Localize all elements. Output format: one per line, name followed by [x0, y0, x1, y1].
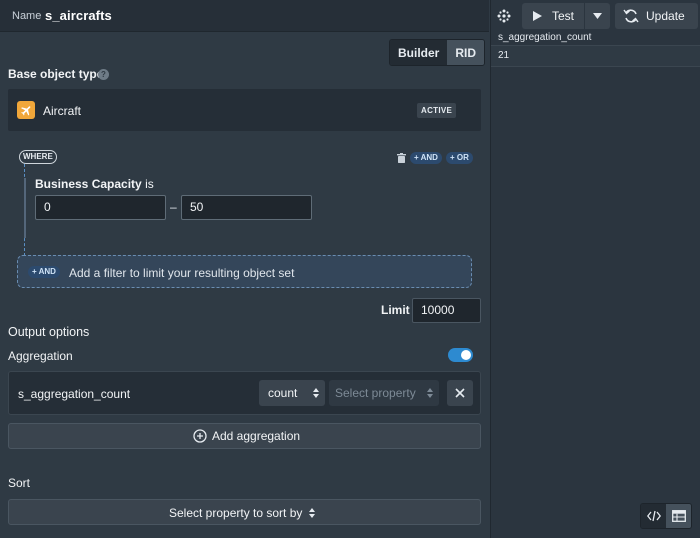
- remove-aggregation-button[interactable]: [447, 380, 473, 406]
- add-filter-chip: + AND: [28, 266, 60, 278]
- trash-icon[interactable]: [397, 152, 406, 163]
- mode-toggle: Builder RID: [389, 39, 486, 66]
- play-icon: [533, 11, 542, 21]
- add-aggregation-label: Add aggregation: [212, 429, 301, 443]
- result-cell: 21: [491, 45, 700, 67]
- aggregation-label: Aggregation: [8, 349, 73, 363]
- results-panel: Test Update s_aggregation_count 21: [490, 0, 700, 538]
- object-type-name: Aircraft: [43, 104, 82, 118]
- sort-caret-icon: [313, 388, 319, 398]
- sort-caret-icon: [427, 388, 433, 398]
- add-and-chip[interactable]: + AND: [410, 152, 442, 164]
- condition-operator: is: [145, 177, 154, 191]
- test-button[interactable]: Test: [522, 3, 584, 29]
- add-aggregation-button[interactable]: Add aggregation: [8, 423, 481, 449]
- range-min-input[interactable]: 0: [35, 195, 166, 220]
- aggregation-name[interactable]: s_aggregation_count: [18, 387, 130, 401]
- condition-label: Business Capacity is: [35, 177, 154, 191]
- results-toolbar: Test Update: [491, 0, 700, 32]
- aggregation-function-value: count: [268, 386, 298, 400]
- range-separator: –: [170, 200, 177, 214]
- test-label: Test: [552, 9, 575, 23]
- close-icon: [455, 388, 465, 398]
- sort-property-select[interactable]: Select property to sort by: [8, 499, 481, 525]
- query-builder-panel: Name s_aircrafts Builder RID Base object…: [0, 0, 489, 538]
- name-label: Name: [12, 10, 42, 22]
- property-placeholder: Select property: [335, 386, 416, 400]
- plus-circle-icon: [193, 429, 207, 443]
- query-name-field[interactable]: s_aircrafts: [45, 8, 112, 23]
- sort-label: Sort: [8, 476, 31, 490]
- airplane-icon: [17, 101, 35, 119]
- name-bar: Name s_aircrafts: [0, 0, 489, 32]
- builder-tab[interactable]: Builder: [390, 40, 448, 65]
- update-label: Update: [646, 9, 685, 23]
- add-filter-text: Add a filter to limit your resulting obj…: [69, 266, 295, 280]
- chevron-down-icon: [593, 13, 602, 19]
- add-filter-button[interactable]: + AND Add a filter to limit your resulti…: [17, 255, 472, 288]
- aggregation-function-select[interactable]: count: [259, 380, 325, 406]
- aggregation-property-select[interactable]: Select property: [329, 380, 439, 406]
- rid-tab[interactable]: RID: [447, 40, 485, 65]
- condition-indicator: [24, 178, 26, 238]
- help-icon[interactable]: ?: [98, 69, 109, 80]
- condition-property: Business Capacity: [35, 177, 142, 191]
- output-options-title: Output options: [8, 325, 90, 339]
- refresh-icon: [623, 9, 639, 23]
- code-view-button[interactable]: [641, 504, 666, 528]
- sort-placeholder: Select property to sort by: [169, 506, 303, 520]
- result-column-header: s_aggregation_count: [491, 32, 700, 45]
- aggregation-toggle[interactable]: [448, 348, 473, 362]
- code-icon: [646, 510, 661, 522]
- add-or-chip[interactable]: + OR: [446, 152, 473, 164]
- update-button[interactable]: Update: [615, 3, 698, 29]
- range-max-input[interactable]: 50: [181, 195, 312, 220]
- sort-caret-icon: [309, 508, 316, 518]
- view-toggle: [640, 503, 692, 529]
- status-badge: ACTIVE: [417, 103, 457, 118]
- table-icon: [671, 510, 686, 522]
- sparkle-icon[interactable]: [496, 8, 512, 24]
- table-view-button[interactable]: [666, 504, 691, 528]
- where-pill: WHERE: [19, 150, 57, 164]
- test-options-button[interactable]: [585, 3, 610, 29]
- base-object-card[interactable]: Aircraft: [8, 89, 481, 131]
- limit-input[interactable]: 10000: [412, 298, 481, 323]
- aggregation-row: s_aggregation_count count Select propert…: [8, 371, 481, 415]
- toggle-knob: [461, 350, 471, 360]
- base-object-type-label: Base object type: [8, 67, 104, 81]
- limit-label: Limit: [381, 303, 410, 317]
